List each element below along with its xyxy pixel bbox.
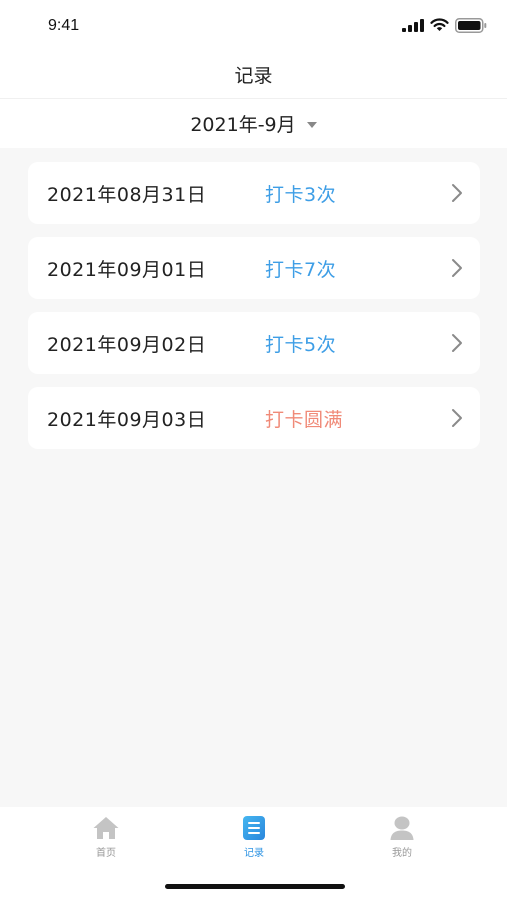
record-item[interactable]: 2021年09月01日 打卡7次 [28, 237, 480, 299]
record-date: 2021年09月02日 [47, 334, 207, 356]
record-list: 2021年08月31日 打卡3次 2021年09月01日 打卡7次 2021年0… [28, 162, 480, 462]
status-icons [402, 17, 487, 33]
record-status: 打卡圆满 [265, 409, 344, 431]
record-date: 2021年09月03日 [47, 409, 207, 431]
record-icon [243, 816, 265, 840]
tab-profile-label: 我的 [392, 848, 412, 859]
tab-record-label: 记录 [244, 848, 264, 859]
caret-down-icon [306, 121, 317, 128]
chevron-right-icon [452, 409, 462, 427]
signal-icon [402, 18, 424, 32]
record-status: 打卡5次 [265, 334, 337, 356]
battery-icon [455, 17, 487, 33]
tab-bar: 首页 记录 我的 [0, 807, 507, 900]
page-title: 记录 [234, 65, 273, 87]
record-date: 2021年09月01日 [47, 259, 207, 281]
record-item[interactable]: 2021年09月02日 打卡5次 [28, 312, 480, 374]
tab-home-label: 首页 [96, 848, 116, 859]
wifi-icon [430, 18, 449, 31]
tab-profile[interactable]: 我的 [362, 815, 442, 863]
home-icon [93, 817, 119, 839]
app-screen: 9:41 记录 2021年-9月 2021年08月31日 打卡3次 2021年0… [0, 0, 507, 900]
month-selector[interactable]: 2021年-9月 [0, 99, 507, 148]
tab-home[interactable]: 首页 [66, 815, 146, 863]
chevron-right-icon [452, 334, 462, 352]
tab-record[interactable]: 记录 [214, 815, 294, 863]
month-selector-label: 2021年-9月 [190, 114, 296, 136]
title-bar: 记录 [0, 50, 507, 99]
record-status: 打卡3次 [265, 184, 337, 206]
record-item[interactable]: 2021年09月03日 打卡圆满 [28, 387, 480, 449]
chevron-right-icon [452, 184, 462, 202]
record-item[interactable]: 2021年08月31日 打卡3次 [28, 162, 480, 224]
status-time: 9:41 [48, 17, 80, 34]
record-status: 打卡7次 [265, 259, 337, 281]
record-date: 2021年08月31日 [47, 184, 207, 206]
home-indicator [165, 884, 345, 889]
status-bar: 9:41 [0, 0, 507, 50]
chevron-right-icon [452, 259, 462, 277]
user-icon [390, 816, 414, 840]
